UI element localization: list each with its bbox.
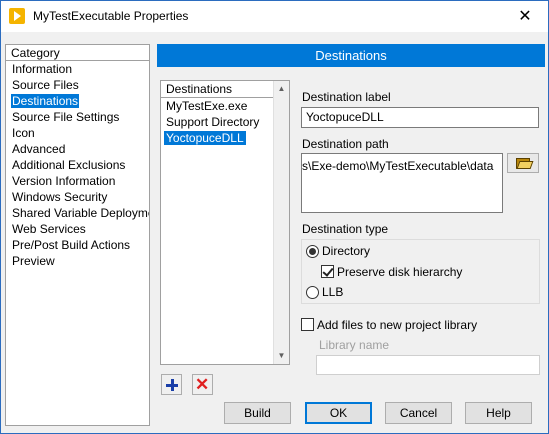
category-list[interactable]: Category Information Source Files Destin… bbox=[5, 44, 150, 426]
browse-folder-button[interactable] bbox=[507, 153, 539, 173]
category-item-preview[interactable]: Preview bbox=[6, 253, 149, 269]
destination-item-mytestexe[interactable]: MyTestExe.exe bbox=[161, 98, 274, 114]
labview-app-icon bbox=[9, 8, 25, 24]
directory-radio[interactable] bbox=[306, 245, 319, 258]
add-destination-button[interactable] bbox=[161, 374, 182, 395]
category-item-web-services[interactable]: Web Services bbox=[6, 221, 149, 237]
add-to-library-label: Add files to new project library bbox=[317, 318, 478, 332]
category-item-source-files[interactable]: Source Files bbox=[6, 77, 149, 93]
folder-open-icon bbox=[516, 157, 534, 169]
help-button[interactable]: Help bbox=[465, 402, 532, 424]
remove-destination-button[interactable]: ✕ bbox=[192, 374, 213, 395]
destinations-list-header: Destinations bbox=[161, 81, 274, 98]
category-item-shared-variable-deployment[interactable]: Shared Variable Deployment bbox=[6, 205, 149, 221]
destination-label-caption: Destination label bbox=[302, 90, 391, 104]
destination-type-group: Directory Preserve disk hierarchy LLB bbox=[301, 239, 540, 304]
destination-label-field[interactable]: YoctopuceDLL bbox=[301, 107, 539, 128]
category-item-additional-exclusions[interactable]: Additional Exclusions bbox=[6, 157, 149, 173]
library-name-field[interactable] bbox=[316, 355, 540, 375]
properties-dialog: MyTestExecutable Properties ✕ Category I… bbox=[0, 0, 549, 434]
llb-radio[interactable] bbox=[306, 286, 319, 299]
destinations-list[interactable]: Destinations MyTestExe.exe Support Direc… bbox=[160, 80, 290, 365]
destination-path-caption: Destination path bbox=[302, 137, 389, 151]
category-item-windows-security[interactable]: Windows Security bbox=[6, 189, 149, 205]
close-button[interactable]: ✕ bbox=[502, 1, 548, 32]
x-icon: ✕ bbox=[195, 375, 210, 394]
destination-path-field[interactable]: s\Exe-demo\MyTestExecutable\data bbox=[301, 153, 503, 213]
category-item-advanced[interactable]: Advanced bbox=[6, 141, 149, 157]
category-item-version-information[interactable]: Version Information bbox=[6, 173, 149, 189]
llb-radio-label: LLB bbox=[322, 285, 344, 299]
destination-item-support-directory[interactable]: Support Directory bbox=[161, 114, 274, 130]
destinations-scrollbar[interactable]: ▲ ▼ bbox=[273, 81, 289, 364]
category-item-icon[interactable]: Icon bbox=[6, 125, 149, 141]
section-title: Destinations bbox=[157, 44, 545, 67]
category-item-information[interactable]: Information bbox=[6, 61, 149, 77]
destination-item-yoctopucedll[interactable]: YoctopuceDLL bbox=[161, 130, 274, 146]
category-item-source-file-settings[interactable]: Source File Settings bbox=[6, 109, 149, 125]
directory-radio-label: Directory bbox=[322, 244, 371, 258]
ok-button[interactable]: OK bbox=[305, 402, 372, 424]
scroll-down-arrow-icon[interactable]: ▼ bbox=[274, 348, 289, 364]
cancel-button[interactable]: Cancel bbox=[385, 402, 452, 424]
library-name-caption: Library name bbox=[319, 338, 390, 352]
destination-type-caption: Destination type bbox=[302, 222, 389, 236]
preserve-hierarchy-checkbox[interactable] bbox=[321, 265, 334, 278]
category-item-destinations[interactable]: Destinations bbox=[6, 93, 149, 109]
preserve-hierarchy-label: Preserve disk hierarchy bbox=[337, 265, 463, 279]
plus-icon bbox=[166, 379, 178, 391]
scroll-up-arrow-icon[interactable]: ▲ bbox=[274, 81, 289, 97]
category-header: Category bbox=[6, 45, 149, 61]
category-item-pre-post-build-actions[interactable]: Pre/Post Build Actions bbox=[6, 237, 149, 253]
build-button[interactable]: Build bbox=[224, 402, 291, 424]
title-bar: MyTestExecutable Properties ✕ bbox=[1, 1, 548, 32]
add-to-library-checkbox[interactable] bbox=[301, 318, 314, 331]
window-title: MyTestExecutable Properties bbox=[33, 9, 189, 23]
